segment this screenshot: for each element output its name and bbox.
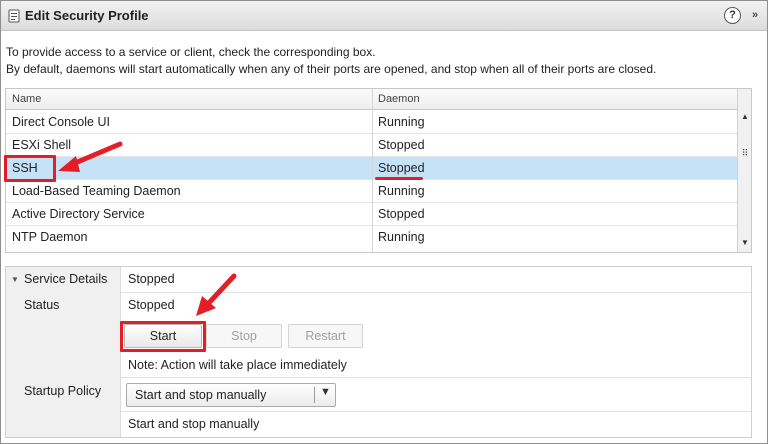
service-name-cell: Load-Based Teaming Daemon: [12, 184, 181, 198]
details-label-column: [6, 267, 121, 437]
daemon-status-cell: Running: [378, 230, 425, 244]
service-details-value: Stopped: [128, 272, 175, 286]
intro-line-2: By default, daemons will start automatic…: [6, 62, 657, 76]
daemon-status-cell: Running: [378, 184, 425, 198]
service-name-cell: Active Directory Service: [12, 207, 145, 221]
service-name-cell: Direct Console UI: [12, 115, 110, 129]
daemon-status-cell: Stopped: [378, 138, 425, 152]
intro-line-1: To provide access to a service or client…: [6, 45, 376, 59]
daemon-status-cell: Stopped: [378, 207, 425, 221]
scroll-up-arrow-icon[interactable]: ▲: [739, 111, 751, 123]
profile-icon: [8, 9, 20, 23]
status-value: Stopped: [128, 298, 175, 312]
stop-button[interactable]: Stop: [206, 324, 282, 348]
status-label: Status: [24, 298, 60, 312]
divider: [121, 411, 751, 412]
restart-button[interactable]: Restart: [288, 324, 363, 348]
column-header-daemon[interactable]: Daemon: [378, 93, 420, 105]
startup-policy-description: Start and stop manually: [128, 417, 260, 431]
arrow-to-ssh-icon: [58, 141, 123, 172]
vertical-scrollbar[interactable]: ▲ ⠿ ▼: [737, 89, 751, 252]
startup-policy-select[interactable]: Start and stop manually ▼: [126, 383, 336, 407]
dialog-title: Edit Security Profile: [25, 8, 149, 23]
collapse-triangle-icon[interactable]: ▼: [11, 275, 19, 284]
startup-policy-label: Startup Policy: [24, 384, 102, 398]
title-bar: Edit Security Profile ? »: [1, 1, 767, 31]
scroll-down-arrow-icon[interactable]: ▼: [739, 237, 751, 249]
service-name-cell: NTP Daemon: [12, 230, 88, 244]
column-header-name[interactable]: Name: [12, 93, 41, 105]
action-note: Note: Action will take place immediately: [128, 358, 347, 372]
daemon-status-cell: Running: [378, 115, 425, 129]
help-icon[interactable]: ?: [724, 7, 741, 24]
startup-policy-selected-value: Start and stop manually: [135, 388, 267, 402]
divider: [121, 377, 751, 378]
intro-text: To provide access to a service or client…: [6, 44, 656, 78]
daemon-status-cell: Stopped: [378, 161, 425, 175]
column-divider[interactable]: [372, 89, 373, 252]
chevron-down-icon[interactable]: ▼: [320, 386, 331, 398]
start-highlight-box: [120, 321, 206, 352]
scroll-grip-icon[interactable]: ⠿: [740, 147, 750, 159]
ssh-highlight-box: [4, 155, 56, 182]
stopped-underline: [375, 177, 423, 180]
select-separator: [314, 387, 315, 403]
arrow-to-start-icon: [196, 273, 237, 316]
expand-icon[interactable]: »: [747, 7, 763, 24]
service-details-label[interactable]: Service Details: [24, 272, 107, 286]
